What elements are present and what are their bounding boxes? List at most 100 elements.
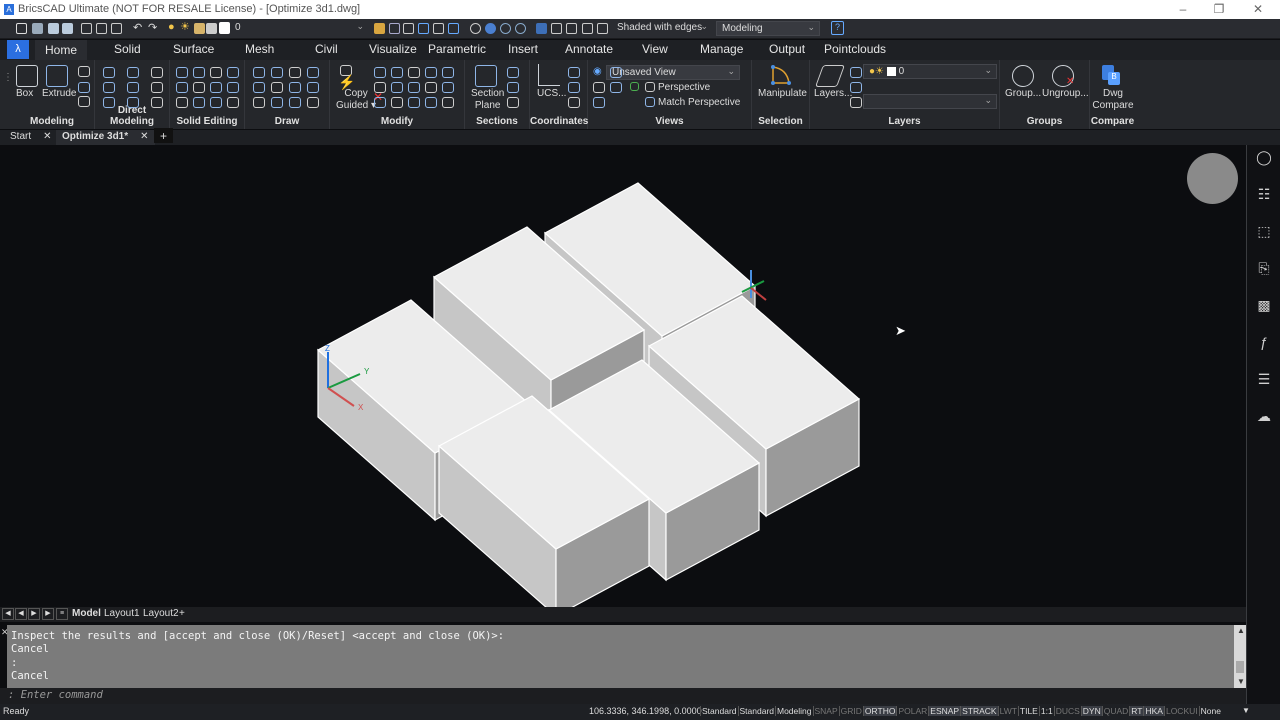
chamfer-icon[interactable] xyxy=(210,97,222,108)
intersect-icon[interactable] xyxy=(176,82,188,93)
command-input[interactable]: : Enter command xyxy=(0,688,1246,704)
checkbox-icon[interactable] xyxy=(630,82,639,91)
ribbon-tab-solid[interactable]: Solid xyxy=(110,42,145,56)
status-standard-toggle[interactable]: Standard xyxy=(737,706,776,716)
polygon-icon[interactable] xyxy=(253,97,265,108)
separate-icon[interactable] xyxy=(193,82,205,93)
ribbon-tab-visualize[interactable]: Visualize xyxy=(365,42,421,56)
minimize-icon[interactable]: – xyxy=(1176,2,1190,16)
select-similar-icon[interactable] xyxy=(418,23,429,34)
donut-icon[interactable] xyxy=(307,82,319,93)
view-cube-icon[interactable] xyxy=(470,23,481,34)
layer-walk-icon[interactable] xyxy=(850,97,862,108)
status-snap-toggle[interactable]: SNAP xyxy=(812,706,839,716)
status-menu-icon[interactable]: ▼ xyxy=(1242,706,1250,715)
layers-button[interactable]: Layers... xyxy=(814,88,852,99)
box-icon[interactable] xyxy=(16,65,38,87)
ribbon-tab-pointclouds[interactable]: Pointclouds xyxy=(820,42,890,56)
layer-lock-icon[interactable] xyxy=(194,23,205,34)
flatten-icon[interactable] xyxy=(507,82,519,93)
region-icon[interactable] xyxy=(307,97,319,108)
group-icon[interactable] xyxy=(1012,65,1034,87)
ribbon-tab-insert[interactable]: Insert xyxy=(504,42,542,56)
hatch-icon[interactable] xyxy=(271,67,283,78)
scale-icon[interactable] xyxy=(374,82,386,93)
named-view-combo[interactable]: Unsaved View ⌄ xyxy=(606,65,740,80)
redo-icon[interactable]: ↷ xyxy=(148,21,157,34)
manipulate-icon[interactable] xyxy=(770,64,792,86)
eraser-icon[interactable] xyxy=(551,23,562,34)
union-icon[interactable] xyxy=(176,67,188,78)
command-scrollbar[interactable]: ▲ ▼ xyxy=(1234,625,1246,688)
properties-sliders-icon[interactable]: ☷ xyxy=(1255,186,1273,204)
push-pull-icon[interactable] xyxy=(103,67,115,78)
offset-face-icon[interactable] xyxy=(151,82,163,93)
workspace-combo[interactable]: Modeling ⌄ xyxy=(716,21,820,36)
status-dyn-toggle[interactable]: DYN xyxy=(1080,706,1102,716)
ucs-icon[interactable] xyxy=(538,64,560,86)
break-icon[interactable] xyxy=(425,97,437,108)
rectangle-icon[interactable] xyxy=(271,97,283,108)
status-quad-toggle[interactable]: QUAD xyxy=(1101,706,1130,716)
cloud-upload-icon[interactable]: ☁ xyxy=(1255,408,1273,426)
subtract-icon[interactable] xyxy=(193,67,205,78)
properties-icon[interactable] xyxy=(536,23,547,34)
layer-isolate-icon[interactable] xyxy=(850,82,862,93)
status-standard-toggle[interactable]: Standard xyxy=(700,706,738,716)
move-icon[interactable] xyxy=(408,67,420,78)
deselect-icon[interactable] xyxy=(433,23,444,34)
ribbon-tab-parametric[interactable]: Parametric xyxy=(424,42,490,56)
undo-icon[interactable]: ↶ xyxy=(133,21,142,34)
lengthen-icon[interactable] xyxy=(408,97,420,108)
scroll-down-icon[interactable]: ▼ xyxy=(1237,677,1245,686)
doc-tab-start[interactable]: Start ✕ xyxy=(4,130,58,145)
circle-icon[interactable] xyxy=(289,67,301,78)
plot-icon[interactable] xyxy=(81,23,92,34)
next-layout-icon[interactable]: ▶ xyxy=(28,608,40,620)
imprint-icon[interactable] xyxy=(227,82,239,93)
status-esnap-toggle[interactable]: ESNAP xyxy=(928,706,961,716)
viewport-icon[interactable] xyxy=(597,23,608,34)
polyface-icon[interactable] xyxy=(289,97,301,108)
view-3d-icon[interactable] xyxy=(610,67,622,78)
layout-tab-layout1[interactable]: Layout1 xyxy=(104,608,140,619)
settings-icon[interactable] xyxy=(566,23,577,34)
drawing-view-icon[interactable] xyxy=(507,97,519,108)
status-lwt-toggle[interactable]: LWT xyxy=(997,706,1018,716)
ribbon-tab-output[interactable]: Output xyxy=(765,42,809,56)
help-icon[interactable]: ? xyxy=(831,21,844,35)
explode-icon[interactable] xyxy=(374,97,386,108)
layout-tab-model[interactable]: Model xyxy=(72,608,101,619)
extend-icon[interactable] xyxy=(442,82,454,93)
arc-icon[interactable] xyxy=(253,67,265,78)
thicken-icon[interactable] xyxy=(210,82,222,93)
close-icon[interactable]: ✕ xyxy=(1251,2,1265,16)
status-ortho-toggle[interactable]: ORTHO xyxy=(862,706,897,716)
status-none-toggle[interactable]: None xyxy=(1198,706,1222,716)
copy-guided-button[interactable]: Copy Guided ▾ xyxy=(336,88,376,112)
status-rt-toggle[interactable]: RT xyxy=(1129,706,1144,716)
stretch-icon[interactable] xyxy=(391,82,403,93)
tool-icon[interactable] xyxy=(610,82,622,93)
print-preview-icon[interactable] xyxy=(96,23,107,34)
attachments-icon[interactable]: ⎘ xyxy=(1255,260,1273,278)
close-icon[interactable]: ✕ xyxy=(140,131,148,142)
pull-face-icon[interactable] xyxy=(103,82,115,93)
status-polar-toggle[interactable]: POLAR xyxy=(896,706,928,716)
select-icon[interactable] xyxy=(403,23,414,34)
line-icon[interactable] xyxy=(271,82,283,93)
offset-icon[interactable] xyxy=(391,97,403,108)
ellipse-icon[interactable] xyxy=(289,82,301,93)
trim-icon[interactable] xyxy=(442,67,454,78)
layer-combo-ribbon[interactable]: ●☀ 0 ⌄ xyxy=(863,64,997,79)
edge-fillet-icon[interactable] xyxy=(193,97,205,108)
parameters-fx-icon[interactable]: ƒ xyxy=(1255,334,1273,352)
status-11-toggle[interactable]: 1:1 xyxy=(1038,706,1054,716)
status-tile-toggle[interactable]: TILE xyxy=(1017,706,1039,716)
ribbon-tab-manage[interactable]: Manage xyxy=(696,42,747,56)
polyline-icon[interactable] xyxy=(307,67,319,78)
ribbon-tab-civil[interactable]: Civil xyxy=(311,42,342,56)
section-plane-icon[interactable] xyxy=(475,65,497,87)
last-layout-icon[interactable]: ▶ xyxy=(42,608,54,620)
join-icon[interactable] xyxy=(442,97,454,108)
